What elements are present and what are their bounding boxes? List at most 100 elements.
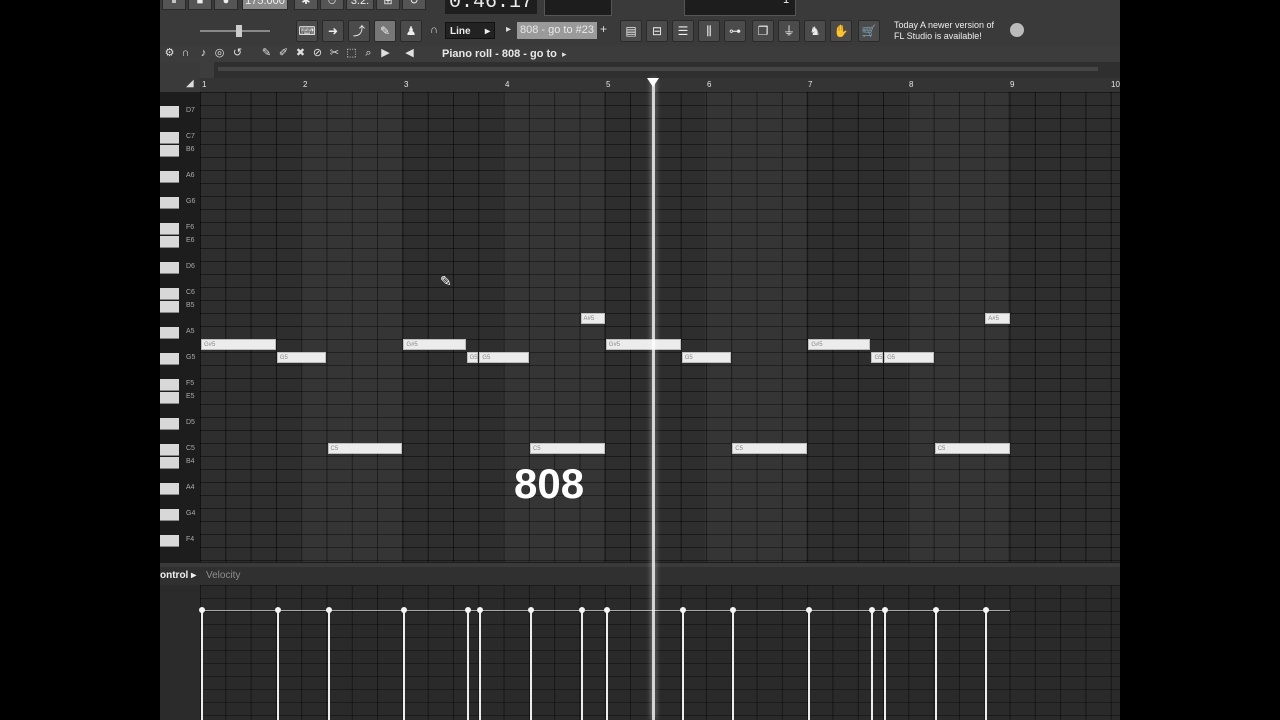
piano-key[interactable] <box>160 379 179 391</box>
note[interactable]: C5 <box>934 443 1010 454</box>
note[interactable]: G5 <box>479 352 529 363</box>
piano-keyboard[interactable]: D7 C7 B6 A6 G6 F6 E6 D6 C6 B5 A5 G5 F5 E5 D5 C5 B4 A4 G4 F4 <box>160 92 200 562</box>
blend-icon[interactable]: ⊞ <box>376 0 400 10</box>
shop-icon[interactable]: 🛒 <box>858 20 880 42</box>
velocity-bar[interactable] <box>730 607 737 720</box>
paint-tool-icon[interactable]: ✐ <box>277 47 290 60</box>
velocity-handle[interactable] <box>932 607 939 613</box>
timeline-ruler[interactable]: 1 2 3 4 5 6 7 8 9 10 <box>200 78 1120 93</box>
note[interactable]: G5 <box>871 352 884 363</box>
channel-rack-icon[interactable]: ☰ <box>672 20 694 42</box>
pencil-tool-icon[interactable]: ✎ <box>374 20 396 42</box>
velocity-handle[interactable] <box>603 607 610 613</box>
note[interactable]: A#5 <box>985 313 1010 324</box>
update-notice[interactable]: Today A newer version of FL Studio is av… <box>894 20 1004 42</box>
select-tool-icon[interactable]: ⬚ <box>345 47 358 60</box>
velocity-handle[interactable] <box>679 607 686 613</box>
prev-pattern-icon[interactable]: ▸ <box>506 24 511 35</box>
piano-key[interactable] <box>160 223 179 235</box>
velocity-handle[interactable] <box>730 607 737 613</box>
piano-key[interactable] <box>160 288 179 300</box>
velocity-bar[interactable] <box>477 607 484 720</box>
piano-key[interactable] <box>160 327 179 339</box>
velocity-bar[interactable] <box>882 607 889 720</box>
browser-icon[interactable]: ⊶ <box>724 20 746 42</box>
song-time-display[interactable]: 0:46:17 <box>445 0 537 14</box>
mute-tool-icon[interactable]: ⊘ <box>311 47 324 60</box>
piano-key[interactable] <box>160 132 179 144</box>
piano-key[interactable] <box>160 145 179 157</box>
velocity-bar[interactable] <box>983 607 990 720</box>
piano-key[interactable] <box>160 392 179 404</box>
note[interactable]: G#5 <box>201 339 276 350</box>
note[interactable]: G#5 <box>605 339 681 350</box>
piano-key[interactable] <box>160 509 179 521</box>
note[interactable]: G#5 <box>403 339 466 350</box>
note[interactable]: G5 <box>681 352 732 363</box>
velocity-bar[interactable] <box>527 607 534 720</box>
note[interactable]: G5 <box>884 352 934 363</box>
draw-tool-icon[interactable]: ✎ <box>260 47 273 60</box>
metronome-icon[interactable]: ✱ <box>294 0 318 10</box>
note[interactable]: A#5 <box>580 313 605 324</box>
piano-key[interactable] <box>160 301 179 313</box>
note[interactable]: C5 <box>732 443 808 454</box>
velocity-bar[interactable] <box>679 607 686 720</box>
pattern-overview[interactable] <box>200 62 1120 79</box>
velocity-handle[interactable] <box>477 607 484 613</box>
tempo-tapper-icon[interactable]: ✋ <box>830 20 852 42</box>
brush-icon[interactable]: ⤴ <box>348 20 370 42</box>
wait-icon[interactable]: ⏱ <box>320 0 344 10</box>
velocity-handle[interactable] <box>464 607 471 613</box>
velocity-handle[interactable] <box>325 607 332 613</box>
delete-tool-icon[interactable]: ✖ <box>294 47 307 60</box>
piano-key[interactable] <box>160 353 179 365</box>
velocity-bar[interactable] <box>274 607 281 720</box>
velocity-handle[interactable] <box>869 607 876 613</box>
globe-icon[interactable] <box>1010 23 1024 37</box>
piano-roll-view-icon[interactable]: ⌨ <box>296 20 318 42</box>
note[interactable]: C5 <box>529 443 605 454</box>
velocity-handle[interactable] <box>527 607 534 613</box>
note-icon[interactable]: ♪ <box>197 47 210 60</box>
record-button[interactable]: ● <box>214 0 238 10</box>
stamp-icon[interactable]: ♟ <box>400 20 422 42</box>
velocity-bar[interactable] <box>578 607 585 720</box>
target-icon[interactable]: ◎ <box>213 47 226 60</box>
velocity-handle[interactable] <box>274 607 281 613</box>
corner-arrow-icon[interactable]: ◢ <box>186 78 194 89</box>
control-menu[interactable]: ontrol ▸ <box>160 570 196 581</box>
piano-key[interactable] <box>160 418 179 430</box>
velocity-bar[interactable] <box>932 607 939 720</box>
step-sequencer-icon[interactable]: ⊟ <box>646 20 668 42</box>
velocity-handle[interactable] <box>983 607 990 613</box>
velocity-handle[interactable] <box>806 607 813 613</box>
snap-selector[interactable]: Line ▸ <box>445 22 495 39</box>
overview-scrollbar[interactable] <box>218 67 1098 71</box>
velocity-bar[interactable] <box>401 607 408 720</box>
note[interactable]: G#5 <box>808 339 871 350</box>
add-pattern-icon[interactable]: + <box>600 22 607 36</box>
mixer-icon[interactable]: ⫼ <box>698 20 720 42</box>
magnet-snap-icon[interactable]: ∩ <box>179 47 192 60</box>
tempo-display[interactable]: 175.000 <box>242 0 288 10</box>
velocity-handle[interactable] <box>578 607 585 613</box>
piano-key[interactable] <box>160 457 179 469</box>
arrow-icon[interactable]: ➜ <box>322 20 344 42</box>
scroll-left-icon[interactable] <box>200 62 214 78</box>
magnet-icon[interactable]: ∩ <box>430 24 438 36</box>
velocity-bar[interactable] <box>199 607 205 720</box>
piano-key[interactable] <box>160 106 179 118</box>
master-pitch-slider[interactable] <box>200 30 270 32</box>
slice-tool-icon[interactable]: ✂ <box>328 47 341 60</box>
note[interactable]: C5 <box>327 443 403 454</box>
playback-tool-icon[interactable]: ▶ <box>379 47 392 60</box>
velocity-lane[interactable] <box>199 585 1120 720</box>
velocity-bar[interactable] <box>464 607 471 720</box>
stop-button[interactable]: ■ <box>188 0 212 10</box>
playlist-icon[interactable]: ▤ <box>620 20 642 42</box>
performance-icon[interactable]: ♞ <box>804 20 826 42</box>
wrench-icon[interactable]: ⚙ <box>163 47 176 60</box>
project-icon[interactable]: ❐ <box>752 20 774 42</box>
playhead[interactable] <box>652 78 655 720</box>
